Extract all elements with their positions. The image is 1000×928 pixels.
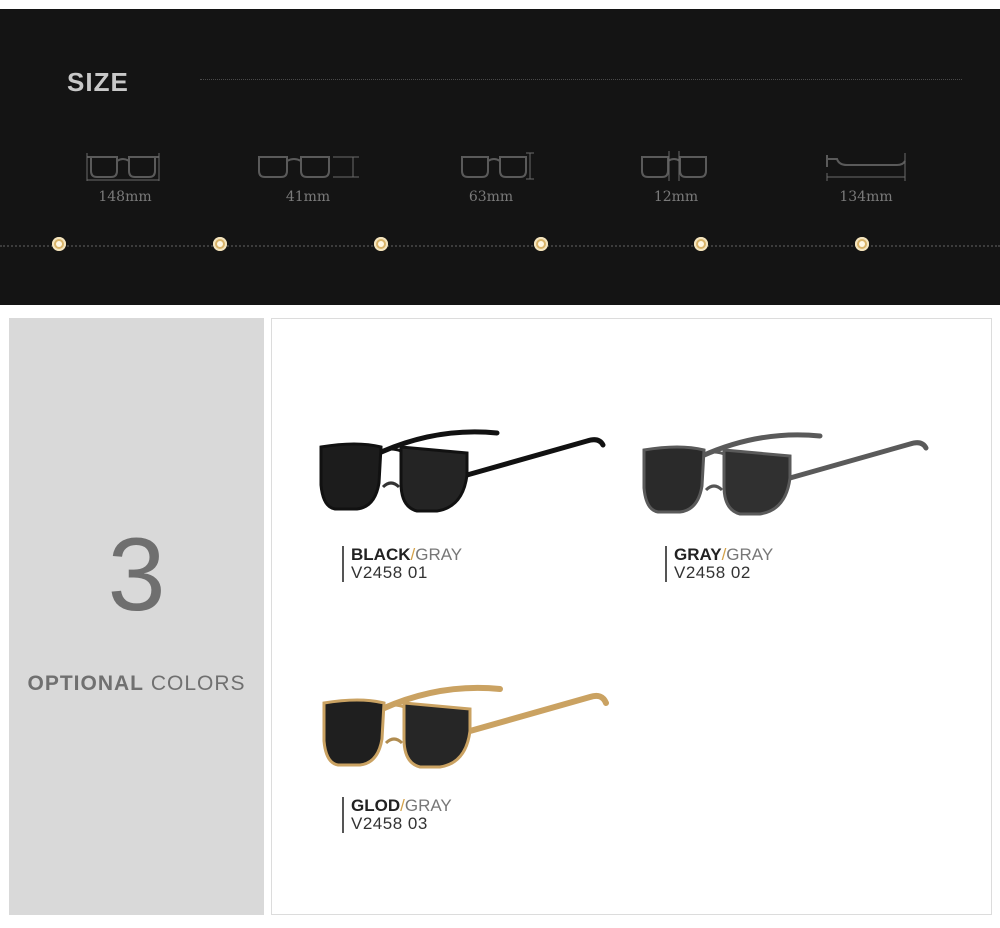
colors-summary-panel: 3 OPTIONAL COLORS — [9, 318, 264, 915]
product-image-black[interactable] — [317, 423, 607, 523]
timeline-marker — [213, 237, 227, 251]
temple-length-icon — [826, 153, 906, 181]
measurement-value: 134mm — [839, 189, 893, 205]
timeline-marker — [52, 237, 66, 251]
measurement-value: 41mm — [285, 189, 331, 205]
product-image-gold[interactable] — [320, 679, 610, 779]
measurement-bridge-width: 12mm — [621, 149, 731, 205]
size-title: SIZE — [67, 67, 129, 97]
measurement-value: 148mm — [98, 189, 152, 205]
optional-colors-label: OPTIONAL COLORS — [9, 672, 264, 696]
product-caption-black: BLACK/GRAY V2458 01 — [342, 546, 462, 582]
measurement-value: 12mm — [653, 189, 699, 205]
measurement-lens-height: 63mm — [436, 149, 546, 205]
lens-color-label: GRAY — [404, 796, 452, 815]
lens-color-label: GRAY — [415, 545, 463, 564]
sunglasses-gold-icon — [322, 684, 609, 769]
products-panel: BLACK/GRAY V2458 01 GRAY/GRAY V2458 02 G… — [271, 318, 992, 915]
measurement-lens-width: 41mm — [253, 149, 363, 205]
measurement-temple-length: 134mm — [811, 149, 921, 205]
product-code: V2458 03 — [351, 814, 428, 833]
optional-label: OPTIONAL — [27, 672, 144, 695]
product-image-gray[interactable] — [640, 426, 930, 526]
frame-color-label: BLACK — [351, 545, 411, 564]
color-count: 3 — [107, 517, 166, 633]
size-panel: SIZE 148mm 41mm 63mm 12mm 134mm — [0, 9, 1000, 305]
measurement-value: 63mm — [468, 189, 514, 205]
timeline-dotted-line — [0, 245, 1000, 247]
product-code: V2458 02 — [674, 563, 751, 582]
lens-color-label: GRAY — [726, 545, 774, 564]
sunglasses-gray-icon — [642, 432, 929, 516]
measurement-frame-width: 148mm — [70, 149, 180, 205]
product-caption-gray: GRAY/GRAY V2458 02 — [665, 546, 773, 582]
timeline-marker — [694, 237, 708, 251]
lens-width-icon — [258, 156, 359, 178]
timeline-marker — [855, 237, 869, 251]
colors-label: COLORS — [150, 672, 246, 695]
product-code: V2458 01 — [351, 563, 428, 582]
frame-color-label: GLOD — [351, 796, 401, 815]
lens-height-icon — [461, 152, 534, 180]
size-divider — [200, 79, 962, 80]
frame-width-icon — [86, 153, 160, 181]
bridge-width-icon — [641, 151, 707, 181]
frame-color-label: GRAY — [674, 545, 722, 564]
timeline-marker — [534, 237, 548, 251]
timeline-marker — [374, 237, 388, 251]
product-caption-gold: GLOD/GRAY V2458 03 — [342, 797, 452, 833]
sunglasses-black-icon — [319, 429, 606, 513]
